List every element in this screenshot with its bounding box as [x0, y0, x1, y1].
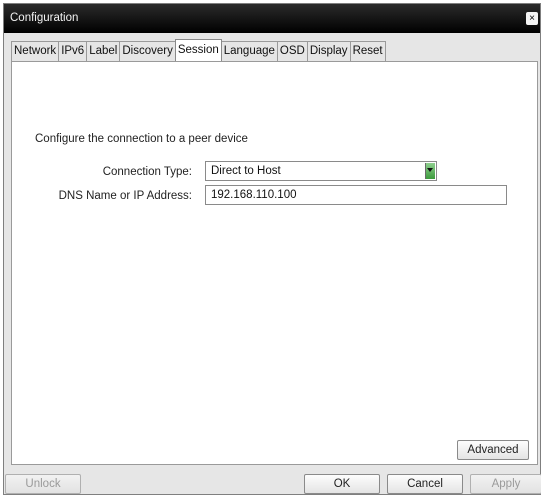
connection-type-value: Direct to Host: [211, 165, 281, 177]
advanced-button[interactable]: Advanced: [457, 440, 529, 460]
tab-display[interactable]: Display: [306, 41, 351, 61]
tab-ipv6[interactable]: IPv6: [58, 41, 88, 61]
tab-label[interactable]: Label: [86, 41, 121, 61]
session-panel: Configure the connection to a peer devic…: [11, 61, 538, 465]
configuration-window: Configuration × Network IPv6 Label Disco…: [3, 3, 541, 495]
title-bar[interactable]: Configuration ×: [4, 4, 540, 33]
tab-discovery[interactable]: Discovery: [119, 41, 176, 61]
tab-session[interactable]: Session: [174, 39, 222, 61]
dropdown-arrow-icon[interactable]: [425, 163, 435, 179]
connection-type-select[interactable]: Direct to Host: [205, 161, 437, 181]
ok-button[interactable]: OK: [304, 474, 380, 494]
connection-type-label: Connection Type:: [102, 166, 192, 178]
tab-bar: Network IPv6 Label Discovery Session Lan…: [11, 39, 386, 61]
cancel-button[interactable]: Cancel: [387, 474, 463, 494]
close-icon[interactable]: ×: [526, 12, 538, 25]
dns-name-label: DNS Name or IP Address:: [58, 190, 192, 202]
window-title: Configuration: [10, 12, 79, 24]
apply-button[interactable]: Apply: [470, 474, 541, 494]
dns-name-input[interactable]: [205, 185, 507, 205]
unlock-button[interactable]: Unlock: [5, 474, 81, 494]
tab-reset[interactable]: Reset: [349, 41, 386, 61]
tab-osd[interactable]: OSD: [276, 41, 308, 61]
tab-language[interactable]: Language: [220, 41, 278, 61]
session-intro-text: Configure the connection to a peer devic…: [35, 133, 248, 145]
tab-network[interactable]: Network: [11, 41, 60, 61]
